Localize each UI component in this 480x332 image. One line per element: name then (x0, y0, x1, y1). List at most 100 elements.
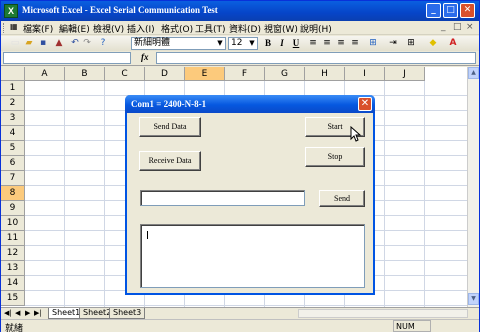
row-header[interactable]: 14 (1, 276, 25, 291)
formula-bar: fx (1, 51, 479, 66)
borders-icon[interactable]: ⊞ (405, 37, 417, 49)
undo-icon[interactable]: ↶ (69, 37, 81, 49)
gridline (25, 305, 467, 306)
doc-restore-button[interactable]: □ (453, 22, 462, 32)
open-icon[interactable]: ▰ (23, 37, 35, 49)
bold-button[interactable]: B (262, 37, 274, 49)
next-sheet-icon[interactable]: ▶ (25, 309, 30, 317)
select-all-corner[interactable] (1, 67, 25, 81)
scroll-down-icon[interactable]: ▼ (468, 293, 479, 305)
formula-input[interactable] (156, 52, 476, 64)
menu-window[interactable]: 視窗(W) (264, 22, 298, 35)
send-button[interactable]: Send (319, 190, 365, 207)
chevron-down-icon[interactable]: ▼ (247, 38, 257, 49)
column-header[interactable]: A (25, 67, 65, 81)
indent-icon[interactable]: ⇥ (387, 37, 399, 49)
row-header[interactable]: 5 (1, 141, 25, 156)
column-header[interactable]: D (145, 67, 185, 81)
font-size-value: 12 (231, 38, 243, 48)
help-icon[interactable]: ? (97, 37, 109, 49)
status-bar: 就緒 NUM (1, 319, 479, 332)
gridline (64, 81, 65, 307)
justify-icon[interactable]: ≡ (349, 37, 361, 49)
italic-button[interactable]: I (276, 37, 288, 49)
column-header[interactable]: J (385, 67, 425, 81)
dialog-title-bar[interactable]: Com1 = 2400-N-8-1 ✕ (125, 95, 375, 113)
align-center-icon[interactable]: ≡ (321, 37, 333, 49)
row-header[interactable]: 15 (1, 291, 25, 306)
doc-close-button[interactable]: × (466, 22, 474, 32)
dialog-title: Com1 = 2400-N-8-1 (131, 99, 207, 109)
num-lock-indicator: NUM (393, 320, 431, 332)
send-text-input[interactable] (140, 190, 305, 206)
status-ready: 就緒 (5, 324, 24, 332)
receive-data-button[interactable]: Receive Data (139, 151, 201, 171)
font-color-icon[interactable]: A (447, 37, 459, 49)
toolbar: ▭ ▰ ▪ ▲ ↶ ↷ ? 新細明體 ▼ 12 ▼ B I U ≡ ≡ ≡ ≡ … (1, 36, 479, 51)
row-header[interactable]: 13 (1, 261, 25, 276)
fx-icon[interactable]: fx (141, 52, 149, 62)
stop-button[interactable]: Stop (305, 147, 365, 167)
menu-data[interactable]: 資料(D) (229, 22, 261, 35)
menu-grip[interactable] (3, 23, 6, 33)
scroll-up-icon[interactable]: ▲ (468, 67, 479, 79)
restore-button[interactable]: □ (443, 3, 458, 18)
fill-color-icon[interactable]: ◆ (427, 37, 439, 49)
column-header[interactable]: H (305, 67, 345, 81)
column-header[interactable]: E (185, 67, 225, 81)
row-header[interactable]: 11 (1, 231, 25, 246)
send-data-button[interactable]: Send Data (139, 117, 201, 137)
row-header[interactable]: 4 (1, 126, 25, 141)
dialog-close-button[interactable]: ✕ (358, 97, 372, 111)
horizontal-scrollbar[interactable] (298, 309, 468, 318)
column-header[interactable]: G (265, 67, 305, 81)
row-header[interactable]: 1 (1, 81, 25, 96)
align-left-icon[interactable]: ≡ (307, 37, 319, 49)
menu-help[interactable]: 說明(H) (300, 22, 332, 35)
menu-file[interactable]: 檔案(F) (23, 22, 53, 35)
menu-format[interactable]: 格式(O) (161, 22, 193, 35)
tab-sheet3[interactable]: Sheet3 (109, 308, 146, 319)
font-size-select[interactable]: 12 ▼ (228, 37, 258, 50)
row-header[interactable]: 9 (1, 201, 25, 216)
new-icon[interactable]: ▭ (9, 37, 21, 49)
column-header[interactable]: F (225, 67, 265, 81)
minimize-button[interactable]: _ (426, 3, 441, 18)
row-header[interactable]: 2 (1, 96, 25, 111)
last-sheet-icon[interactable]: ▶| (34, 309, 42, 317)
chevron-down-icon[interactable]: ▼ (215, 38, 225, 49)
align-right-icon[interactable]: ≡ (335, 37, 347, 49)
com-dialog: Com1 = 2400-N-8-1 ✕ Send Data Start Rece… (125, 95, 375, 295)
column-header[interactable]: I (345, 67, 385, 81)
row-header[interactable]: 6 (1, 156, 25, 171)
menu-tools[interactable]: 工具(T) (195, 22, 226, 35)
column-header[interactable]: B (65, 67, 105, 81)
permission-icon[interactable]: ▲ (53, 37, 65, 49)
title-bar: X Microsoft Excel - Excel Serial Communi… (1, 1, 479, 21)
excel-doc-icon[interactable]: ▦ (10, 22, 18, 31)
row-header[interactable]: 10 (1, 216, 25, 231)
row-header[interactable]: 7 (1, 171, 25, 186)
column-header[interactable]: C (105, 67, 145, 81)
save-icon[interactable]: ▪ (37, 37, 49, 49)
vertical-scrollbar[interactable]: ▲ ▼ (467, 67, 479, 307)
font-name-select[interactable]: 新細明體 ▼ (131, 37, 226, 50)
receive-text-area[interactable] (140, 224, 365, 288)
menu-view[interactable]: 檢視(V) (93, 22, 124, 35)
excel-app-icon[interactable]: X (4, 4, 18, 18)
doc-minimize-button[interactable]: _ (441, 22, 446, 32)
name-box[interactable] (3, 52, 131, 64)
merge-center-icon[interactable]: ⊞ (367, 37, 379, 49)
first-sheet-icon[interactable]: ◀| (4, 309, 12, 317)
row-header[interactable]: 3 (1, 111, 25, 126)
text-caret (147, 231, 148, 239)
redo-icon[interactable]: ↷ (81, 37, 93, 49)
row-header[interactable]: 8 (1, 186, 25, 201)
prev-sheet-icon[interactable]: ◀ (15, 309, 20, 317)
window-title: Microsoft Excel - Excel Serial Communica… (22, 5, 218, 15)
underline-button[interactable]: U (290, 37, 302, 49)
menu-edit[interactable]: 編輯(E) (59, 22, 90, 35)
close-button[interactable]: ✕ (460, 3, 475, 18)
row-header[interactable]: 12 (1, 246, 25, 261)
menu-insert[interactable]: 插入(I) (127, 22, 155, 35)
